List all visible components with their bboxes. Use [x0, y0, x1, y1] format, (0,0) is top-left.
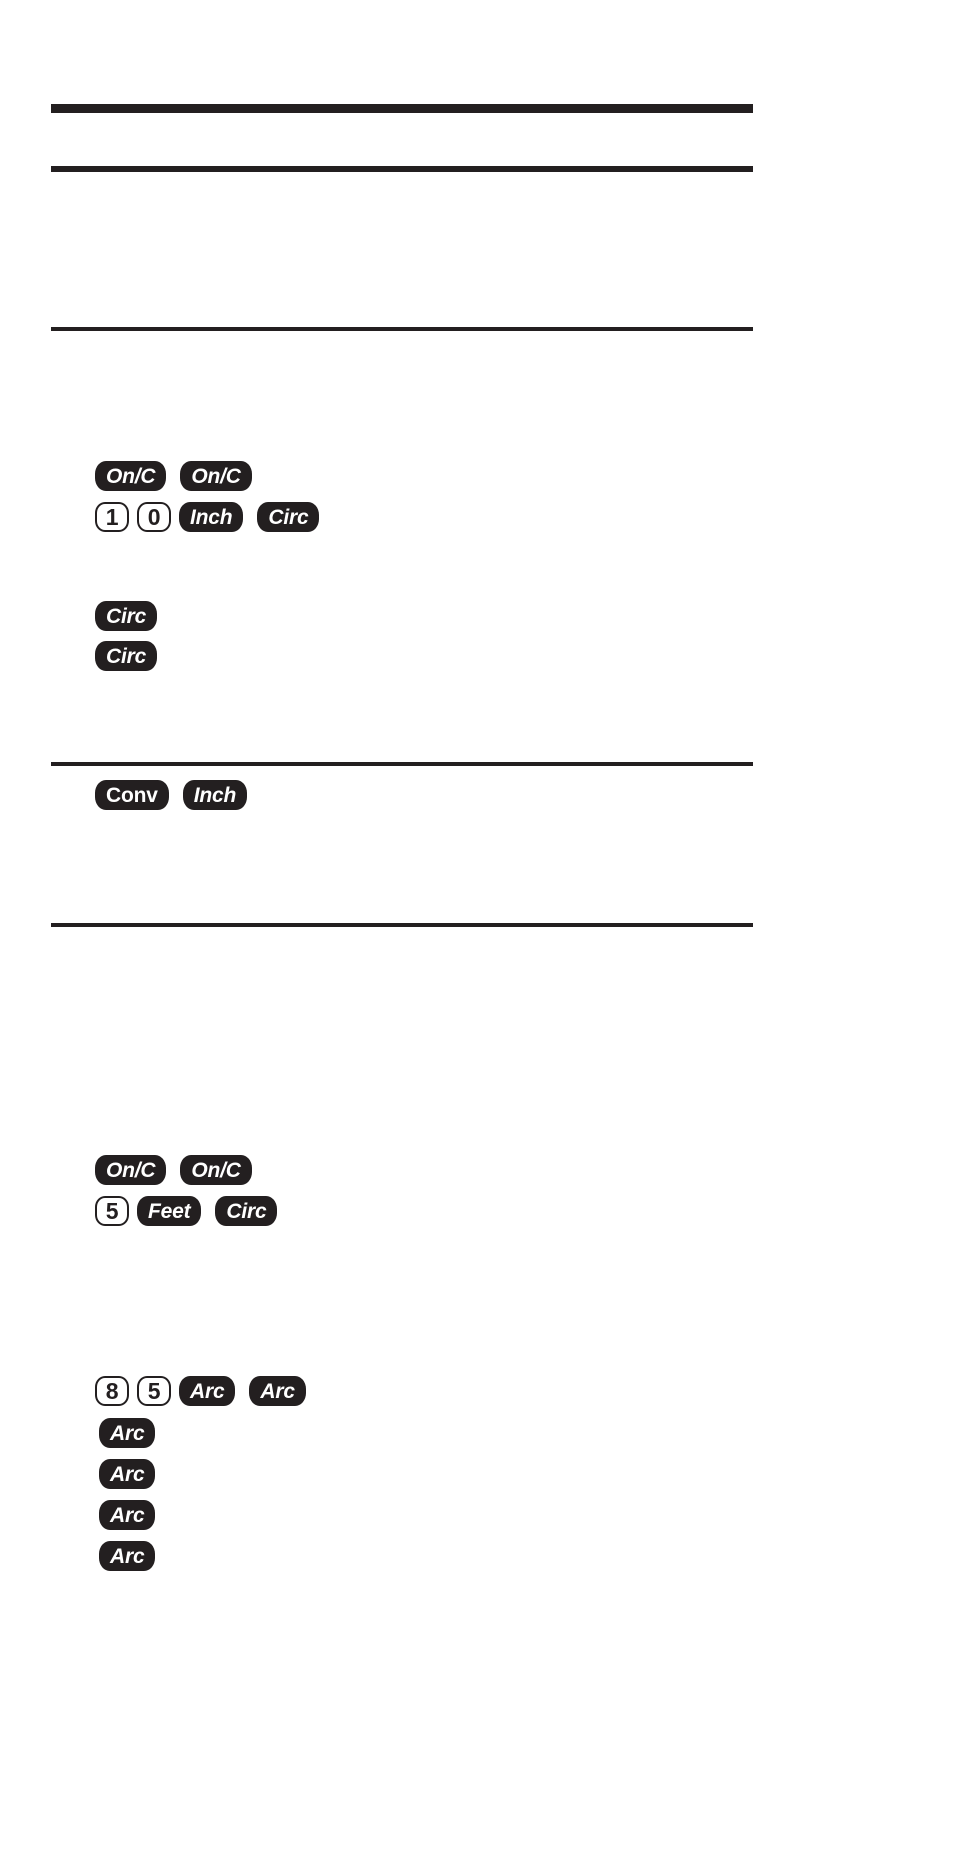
example-1-row-3: Circ	[95, 601, 158, 631]
key-0[interactable]: 0	[137, 502, 171, 532]
example-2-row-6: Arc	[99, 1500, 156, 1530]
example-2-row-5: Arc	[99, 1459, 156, 1489]
key-8[interactable]: 8	[95, 1376, 129, 1406]
key-arc[interactable]: Arc	[99, 1459, 156, 1489]
key-feet[interactable]: Feet	[137, 1196, 202, 1226]
example-2-row-3: 8 5 Arc Arc	[95, 1376, 320, 1406]
key-arc[interactable]: Arc	[99, 1418, 156, 1448]
key-arc[interactable]: Arc	[99, 1500, 156, 1530]
key-circ[interactable]: Circ	[215, 1196, 278, 1226]
example-2-row-4: Arc	[99, 1418, 156, 1448]
example-1-row-5: Conv Inch	[95, 780, 261, 810]
section-1-divider-rule	[51, 327, 753, 331]
example-2-row-2: 5 Feet Circ	[95, 1196, 291, 1226]
key-inch[interactable]: Inch	[182, 780, 248, 810]
key-circ[interactable]: Circ	[257, 502, 320, 532]
section-2-divider-rule	[51, 762, 753, 766]
example-1-row-4: Circ	[95, 641, 158, 671]
manual-page: On/C On/C 1 0 Inch Circ Circ Circ Conv Inch On/C On…	[0, 0, 954, 1860]
key-on-c[interactable]: On/C	[95, 1155, 167, 1185]
key-1[interactable]: 1	[95, 502, 129, 532]
header-underline-rule	[51, 166, 753, 172]
example-2-row-7: Arc	[99, 1541, 156, 1571]
key-5[interactable]: 5	[137, 1376, 171, 1406]
key-on-c[interactable]: On/C	[95, 461, 167, 491]
example-1-row-2: 1 0 Inch Circ	[95, 502, 333, 532]
top-heavy-rule	[51, 104, 753, 113]
key-inch[interactable]: Inch	[179, 502, 244, 532]
section-3-divider-rule	[51, 923, 753, 927]
key-conv[interactable]: Conv	[95, 780, 169, 810]
example-2-row-1: On/C On/C	[95, 1155, 266, 1185]
key-circ[interactable]: Circ	[95, 641, 158, 671]
key-on-c[interactable]: On/C	[180, 1155, 252, 1185]
key-arc[interactable]: Arc	[249, 1376, 306, 1406]
key-arc[interactable]: Arc	[179, 1376, 236, 1406]
key-arc[interactable]: Arc	[99, 1541, 156, 1571]
key-on-c[interactable]: On/C	[180, 461, 252, 491]
example-1-row-1: On/C On/C	[95, 461, 266, 491]
key-circ[interactable]: Circ	[95, 601, 158, 631]
key-5[interactable]: 5	[95, 1196, 129, 1226]
